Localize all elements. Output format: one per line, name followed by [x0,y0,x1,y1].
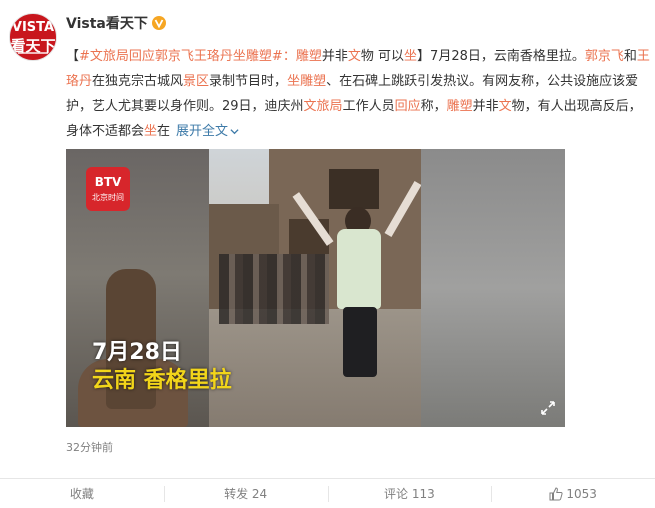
body-text: 和 [623,49,637,64]
username-link[interactable]: Vista看天下 [66,13,148,33]
keyword-statue-2: 雕塑 [446,99,473,114]
repost-label: 转发 24 [224,487,268,501]
like-button[interactable]: 1053 [491,479,655,508]
body-text: 称， [420,99,447,114]
person-legs [343,307,377,377]
comment-button[interactable]: 评论 113 [327,479,492,508]
keyword-sit-2: 坐 [144,124,158,139]
avatar-divider [18,52,48,54]
thumbs-up-icon [549,486,563,500]
name-guo-jingfei: 郭京飞 [584,49,624,64]
keyword-wen-2: 文 [498,99,512,114]
body-text: 并非 [472,99,499,114]
keyword-sit-statue: 坐雕塑 [287,74,327,89]
expand-full-text-link[interactable]: 展开全文 [176,124,228,139]
keyword-statue: 雕塑 [295,49,322,64]
btv-logo: BTV 北京时间 [86,167,130,211]
btv-logo-text: BTV [94,175,122,189]
bracket-open: 【 [66,49,80,64]
verified-v-icon [151,16,166,30]
body-text: 在独克宗古城风 [92,74,184,89]
post-text: 【#文旅局回应郭京飞王珞丹坐雕塑#：雕塑并非文物 可以坐】7月28日，云南香格里… [66,44,651,144]
action-bar: 收藏 转发 24 评论 113 1053 [0,478,655,508]
headline-text-2: 物 可以 [360,49,405,64]
body-text: 工作人员 [342,99,395,114]
favorite-button[interactable]: 收藏 [0,479,164,508]
video-player[interactable]: BTV 北京时间 7月28日 云南 香格里拉 [66,149,565,427]
keyword-bureau: 文旅局 [303,99,343,114]
repost-button[interactable]: 转发 24 [163,479,328,508]
user-line: Vista看天下 [66,14,166,32]
keyword-reply: 回应 [394,99,421,114]
chevron-down-icon[interactable] [230,127,239,136]
btv-logo-subtext: 北京时间 [92,193,124,202]
keyword-wen: 文 [347,49,361,64]
avatar-text-line1: VISTA [11,20,55,35]
building-window [329,169,379,209]
expand-arrows-icon[interactable] [540,400,556,416]
crowd [219,254,329,324]
video-blur-right [421,149,565,427]
post-timestamp[interactable]: 32分钟前 [66,439,113,455]
body-text: 在 [157,124,171,139]
person-body [337,229,381,309]
keyword-scenic: 景区 [183,74,210,89]
headline-colon: ： [282,49,296,64]
favorite-label: 收藏 [69,487,94,501]
ground [209,309,421,427]
like-count: 1053 [566,486,597,501]
video-frame [209,149,421,427]
comment-label: 评论 113 [384,487,435,501]
bracket-close: 】 [417,49,431,64]
body-text: 录制节目时， [209,74,288,89]
video-overlay-location: 云南 香格里拉 [92,368,232,393]
keyword-sit: 坐 [404,49,418,64]
hashtag-link[interactable]: #文旅局回应郭京飞王珞丹坐雕塑# [79,49,283,64]
body-text: 7月28日，云南香格里拉。 [430,49,585,64]
weibo-post-card: VISTA 看天下 Vista看天下 【#文旅局回应郭京飞王珞丹坐雕塑#：雕塑并… [0,0,655,508]
headline-text: 并非 [321,49,348,64]
avatar[interactable]: VISTA 看天下 [9,13,57,61]
